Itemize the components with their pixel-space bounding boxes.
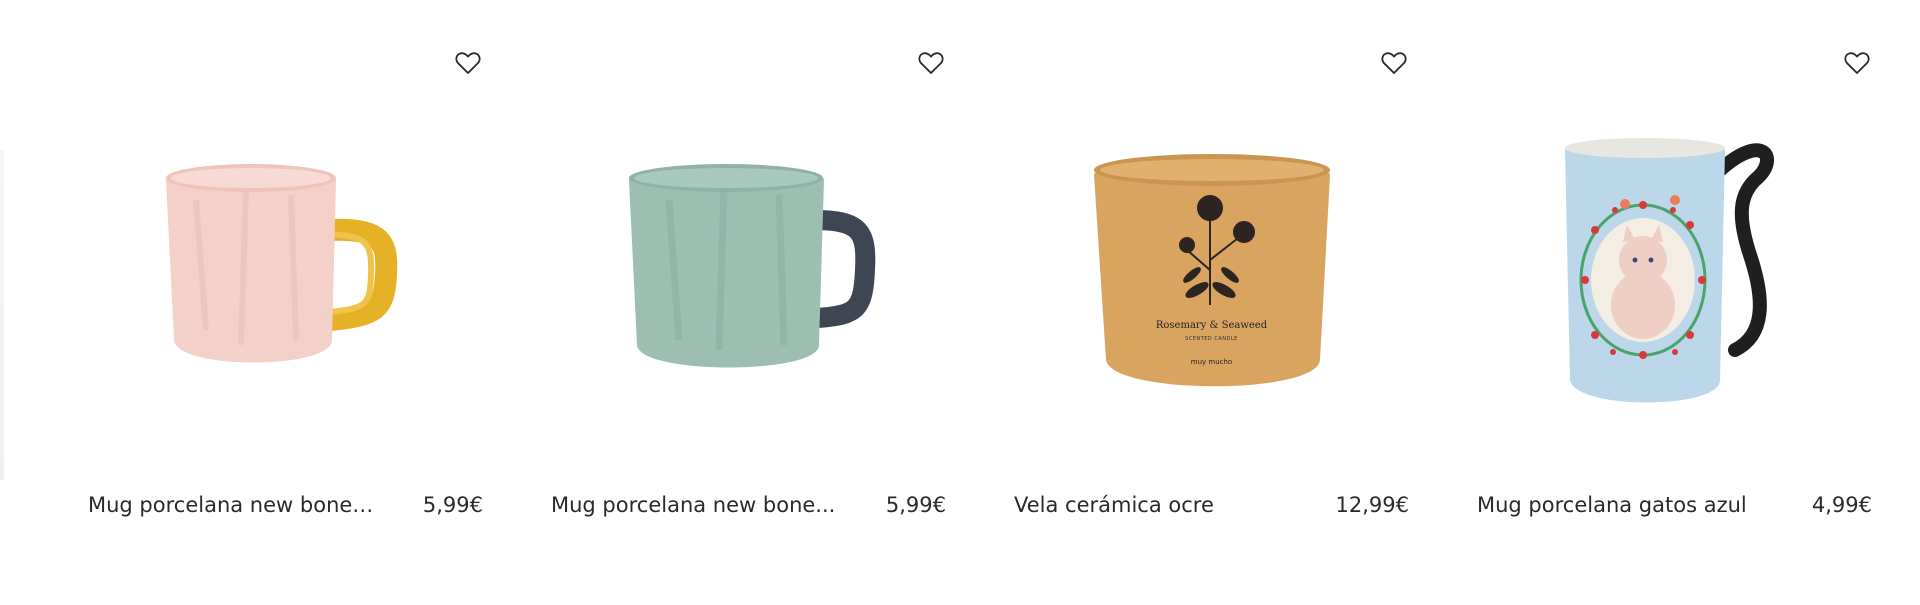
wishlist-heart-icon[interactable] [1379, 48, 1409, 78]
product-image[interactable] [551, 80, 946, 460]
product-image[interactable] [88, 80, 483, 460]
candle-label-title: Rosemary & Seaweed [1155, 320, 1268, 331]
wishlist-heart-icon[interactable] [1842, 48, 1872, 78]
product-card[interactable]: Rosemary & Seaweed SCENTED CANDLE muy mu… [1014, 40, 1409, 520]
product-info: Vela cerámica ocre 12,99€ [1014, 490, 1409, 520]
product-price: 5,99€ [885, 493, 946, 517]
product-card[interactable]: Mug porcelana new bone... 5,99€ [551, 40, 946, 520]
wishlist-heart-icon[interactable] [453, 48, 483, 78]
candle-brand-logo: muy mucho [1190, 358, 1233, 366]
product-price: 5,99€ [422, 493, 483, 517]
product-card[interactable]: Mug porcelana gatos azul 4,99€ [1477, 40, 1872, 520]
wishlist-heart-icon[interactable] [916, 48, 946, 78]
product-name[interactable]: Mug porcelana gatos azul [1477, 493, 1747, 517]
product-info: Mug porcelana new bone... 5,99€ [551, 490, 946, 520]
product-grid: Mug porcelana new bone rosa 5,99€ Mug po… [0, 0, 1920, 605]
candle-label-subtitle: SCENTED CANDLE [1185, 336, 1238, 342]
product-image[interactable]: Rosemary & Seaweed SCENTED CANDLE muy mu… [1014, 80, 1409, 460]
product-price: 4,99€ [1811, 493, 1872, 517]
product-card[interactable]: Mug porcelana new bone rosa 5,99€ [88, 40, 483, 520]
product-info: Mug porcelana gatos azul 4,99€ [1477, 490, 1872, 520]
product-name[interactable]: Mug porcelana new bone... [551, 493, 835, 517]
product-price: 12,99€ [1335, 493, 1409, 517]
ochre-ceramic-candle-icon: Rosemary & Seaweed SCENTED CANDLE muy mu… [1092, 140, 1332, 400]
product-name[interactable]: Mug porcelana new bone rosa [88, 493, 378, 517]
product-image[interactable] [1477, 80, 1872, 460]
pink-mug-yellow-handle-icon [165, 164, 397, 363]
blue-cat-mug-icon [1564, 138, 1774, 403]
product-info: Mug porcelana new bone rosa 5,99€ [88, 490, 483, 520]
product-name[interactable]: Vela cerámica ocre [1014, 493, 1214, 517]
green-mug-dark-handle-icon [628, 164, 875, 368]
